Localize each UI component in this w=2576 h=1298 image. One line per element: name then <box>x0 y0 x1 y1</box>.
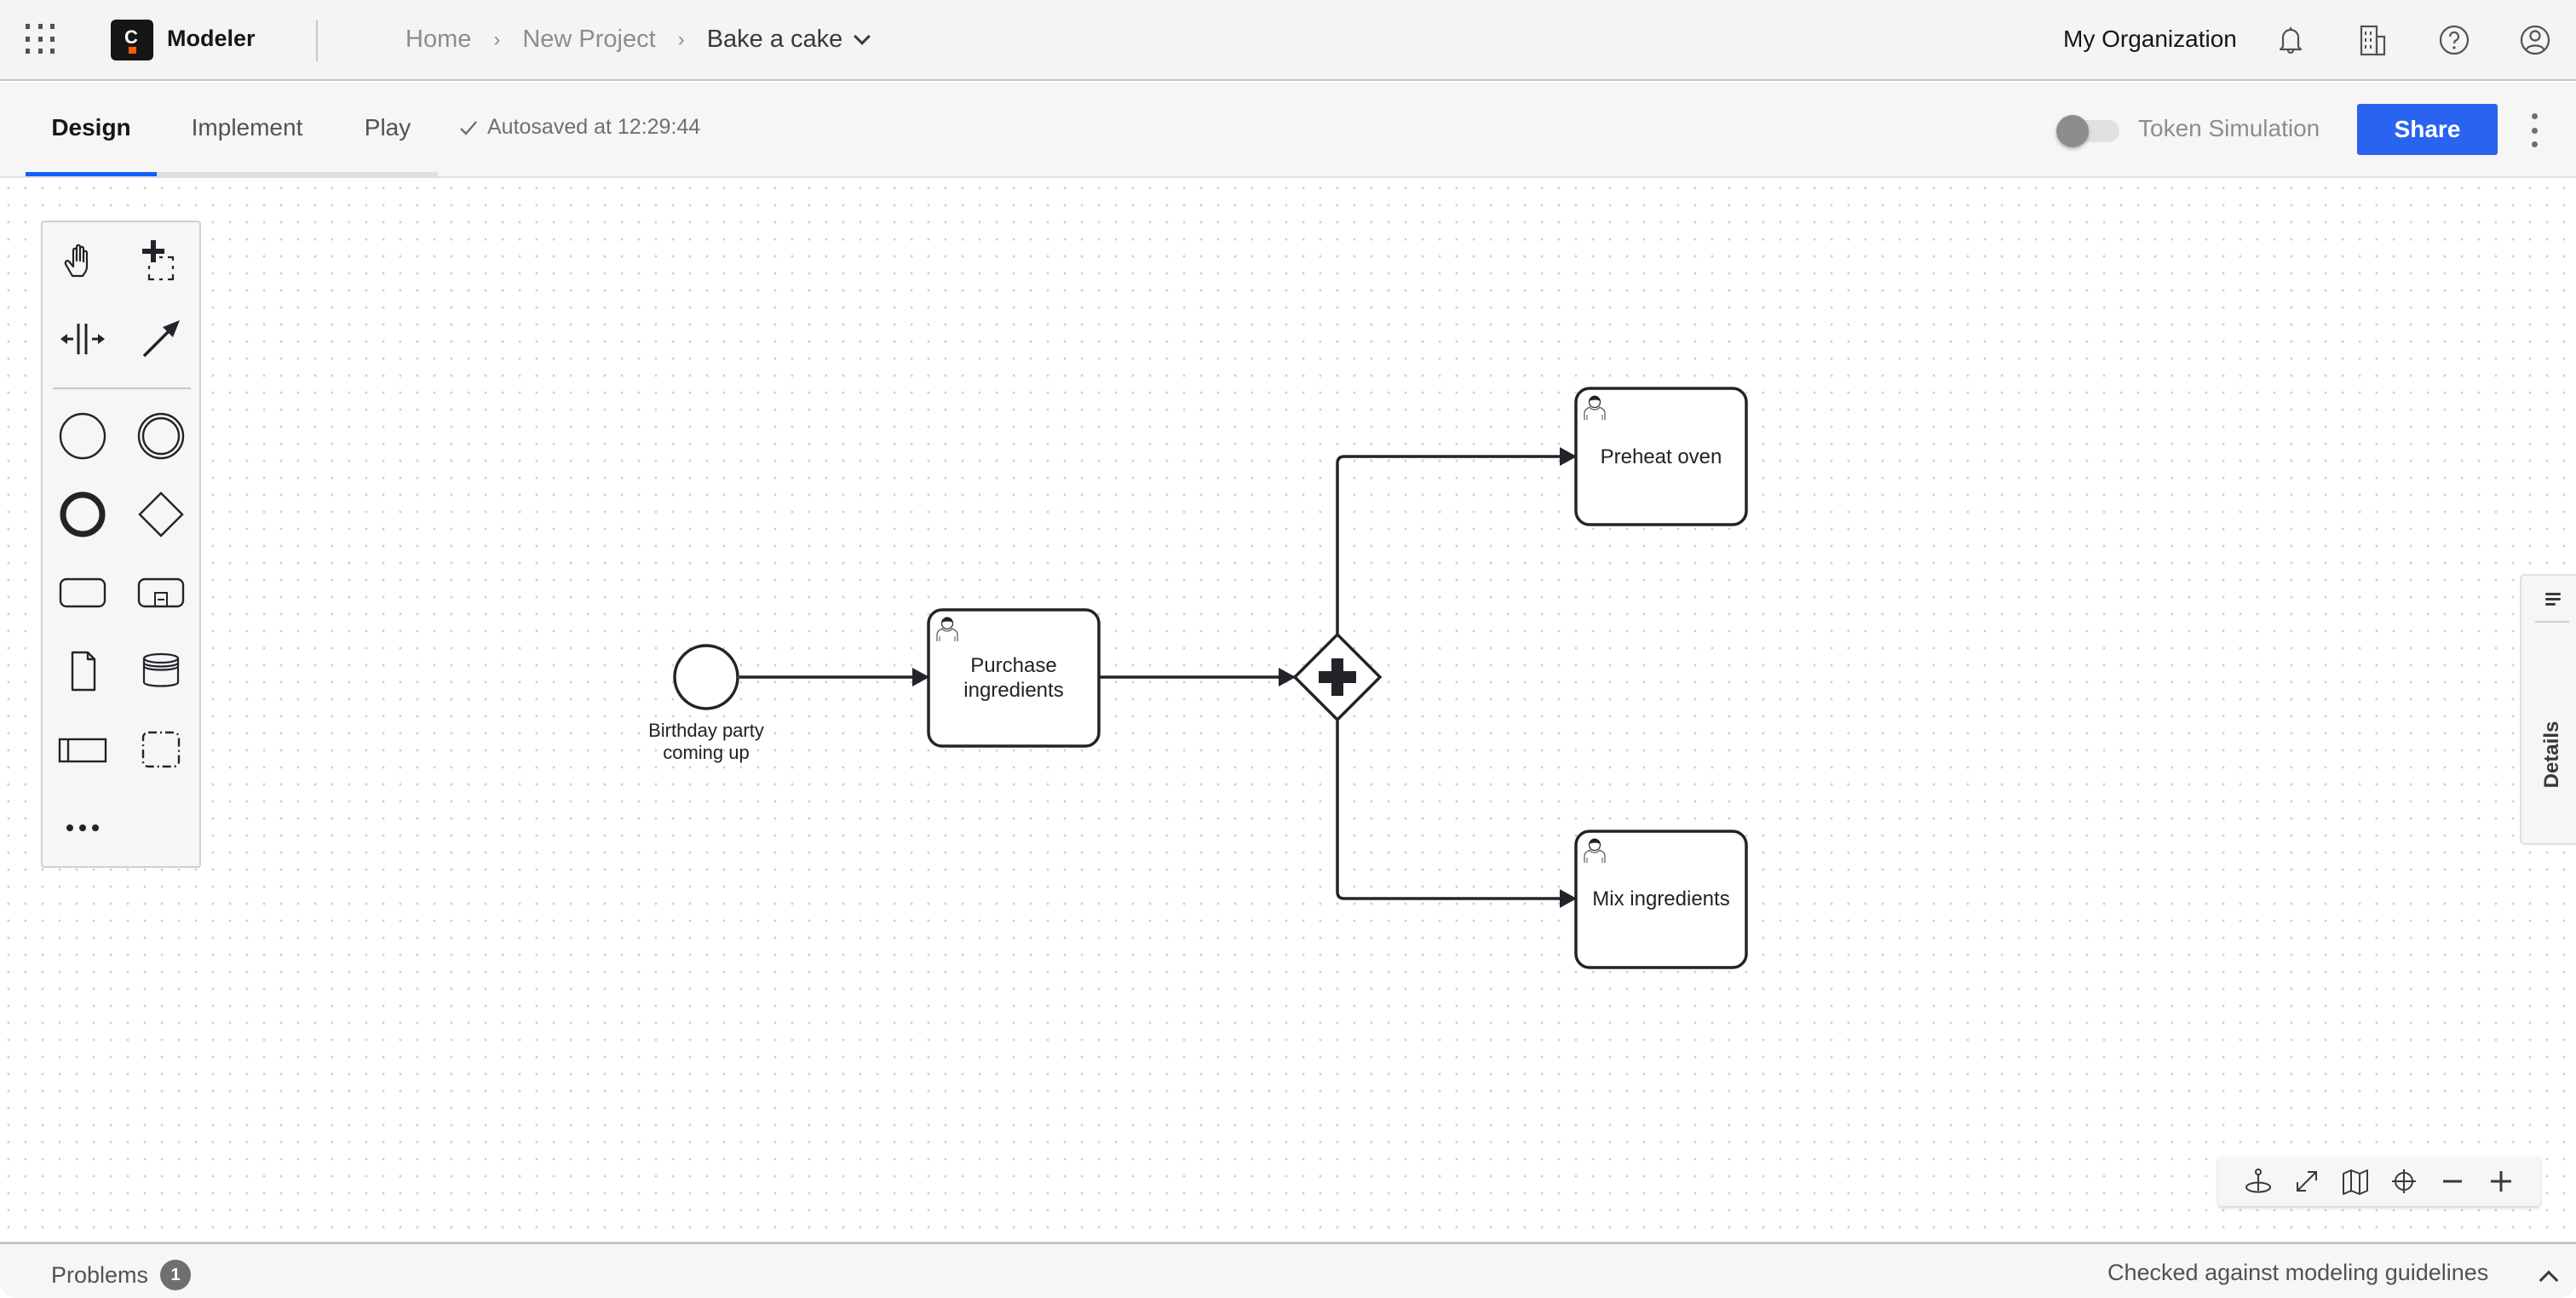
chevron-up-icon[interactable] <box>2539 1270 2559 1290</box>
end-event-tool-icon[interactable] <box>53 485 112 544</box>
token-simulation-label: Token Simulation <box>2138 115 2320 141</box>
problems-count-badge: 1 <box>160 1260 192 1290</box>
tool-palette <box>41 221 201 868</box>
task-tool-icon[interactable] <box>53 563 112 623</box>
data-object-tool-icon[interactable] <box>53 641 112 701</box>
breadcrumb-current-diagram[interactable]: Bake a cake <box>707 26 843 54</box>
lasso-tool-icon[interactable] <box>131 231 191 290</box>
details-label: Details <box>2540 721 2563 789</box>
chevron-down-icon[interactable] <box>854 27 871 45</box>
app-switcher-icon[interactable] <box>24 22 58 56</box>
task-label-line2: ingredients <box>963 679 1063 702</box>
problems-label: Problems <box>51 1261 149 1288</box>
sequence-flow-gateway-to-preheat[interactable] <box>1336 447 1577 635</box>
start-event-tool-icon[interactable] <box>53 406 112 466</box>
intermediate-event-tool-icon[interactable] <box>131 406 191 466</box>
start-event[interactable] <box>673 644 739 710</box>
breadcrumb-project[interactable]: New Project <box>522 26 655 54</box>
user-task-mix-ingredients[interactable]: Mix ingredients <box>1574 830 1748 969</box>
zoom-out-icon[interactable] <box>2435 1164 2470 1198</box>
breadcrumb-separator: › <box>493 27 501 51</box>
tab-implement[interactable]: Implement <box>157 83 337 176</box>
start-event-label-line1: Birthday party <box>648 720 764 741</box>
tab-play[interactable]: Play <box>337 83 438 176</box>
header-divider <box>316 20 318 61</box>
overflow-menu-icon[interactable] <box>2528 113 2540 147</box>
top-navigation-bar: C Modeler Home › New Project › Bake a ca… <box>0 0 2576 81</box>
task-label-line1: Purchase <box>970 654 1056 677</box>
guidelines-status: Checked against modeling guidelines <box>2107 1260 2489 1285</box>
problems-toggle[interactable]: Problems 1 <box>51 1260 192 1290</box>
checkmark-icon <box>460 120 477 135</box>
space-tool-icon[interactable] <box>53 309 112 369</box>
hand-tool-icon[interactable] <box>53 231 112 290</box>
more-tools-icon[interactable] <box>53 798 112 858</box>
pool-tool-icon[interactable] <box>53 720 112 779</box>
start-event-label-line2: coming up <box>663 742 750 763</box>
logo-accent <box>129 47 136 54</box>
notification-bell-icon[interactable] <box>2273 22 2309 58</box>
user-profile-icon[interactable] <box>2517 22 2553 58</box>
organization-building-icon[interactable] <box>2355 22 2390 58</box>
reset-view-icon[interactable] <box>2241 1164 2275 1198</box>
camunda-logo[interactable]: C <box>111 20 153 60</box>
problems-bar: Problems 1 Checked against modeling guid… <box>0 1242 2576 1298</box>
sequence-flow-gateway-to-mix[interactable] <box>1336 720 1577 908</box>
tab-design[interactable]: Design <box>26 83 157 176</box>
parallel-gateway[interactable] <box>1292 632 1383 722</box>
diagram-canvas[interactable]: Birthday party coming up Purchase ingred… <box>0 180 2576 1242</box>
breadcrumb-home[interactable]: Home <box>405 26 471 54</box>
group-tool-icon[interactable] <box>131 720 191 779</box>
user-task-purchase-ingredients[interactable]: Purchase ingredients <box>927 608 1101 748</box>
token-simulation-toggle[interactable] <box>2056 115 2119 147</box>
minimap-icon[interactable] <box>2338 1164 2372 1198</box>
help-icon[interactable] <box>2436 22 2472 58</box>
global-connect-tool-icon[interactable] <box>131 309 191 369</box>
app-name: Modeler <box>167 26 256 51</box>
details-list-icon <box>2545 593 2561 608</box>
zoom-in-icon[interactable] <box>2484 1164 2518 1198</box>
palette-separator <box>53 388 191 389</box>
fullscreen-icon[interactable] <box>2290 1164 2324 1198</box>
gateway-tool-icon[interactable] <box>131 485 191 544</box>
details-panel-toggle[interactable]: Details <box>2520 574 2576 845</box>
editor-toolbar: Design Implement Play Autosaved at 12:29… <box>0 83 2576 178</box>
task-label: Preheat oven <box>1601 445 1722 468</box>
breadcrumb: Home › New Project › Bake a cake <box>405 26 871 54</box>
autosave-status: Autosaved at 12:29:44 <box>458 115 700 140</box>
toggle-knob <box>2056 115 2089 147</box>
share-button[interactable]: Share <box>2357 104 2498 155</box>
task-label: Mix ingredients <box>1592 887 1729 910</box>
data-store-tool-icon[interactable] <box>131 641 191 701</box>
autosave-text: Autosaved at 12:29:44 <box>487 115 701 139</box>
logo-letter: C <box>124 26 138 48</box>
subprocess-tool-icon[interactable] <box>131 563 191 623</box>
details-separator <box>2535 621 2569 623</box>
center-icon[interactable] <box>2387 1164 2421 1198</box>
canvas-controls <box>2218 1157 2540 1206</box>
bpmn-diagram: Birthday party coming up Purchase ingred… <box>648 387 1748 969</box>
user-task-preheat-oven[interactable]: Preheat oven <box>1574 387 1748 526</box>
organization-switcher[interactable]: My Organization <box>2063 26 2237 53</box>
breadcrumb-separator: › <box>677 27 685 51</box>
